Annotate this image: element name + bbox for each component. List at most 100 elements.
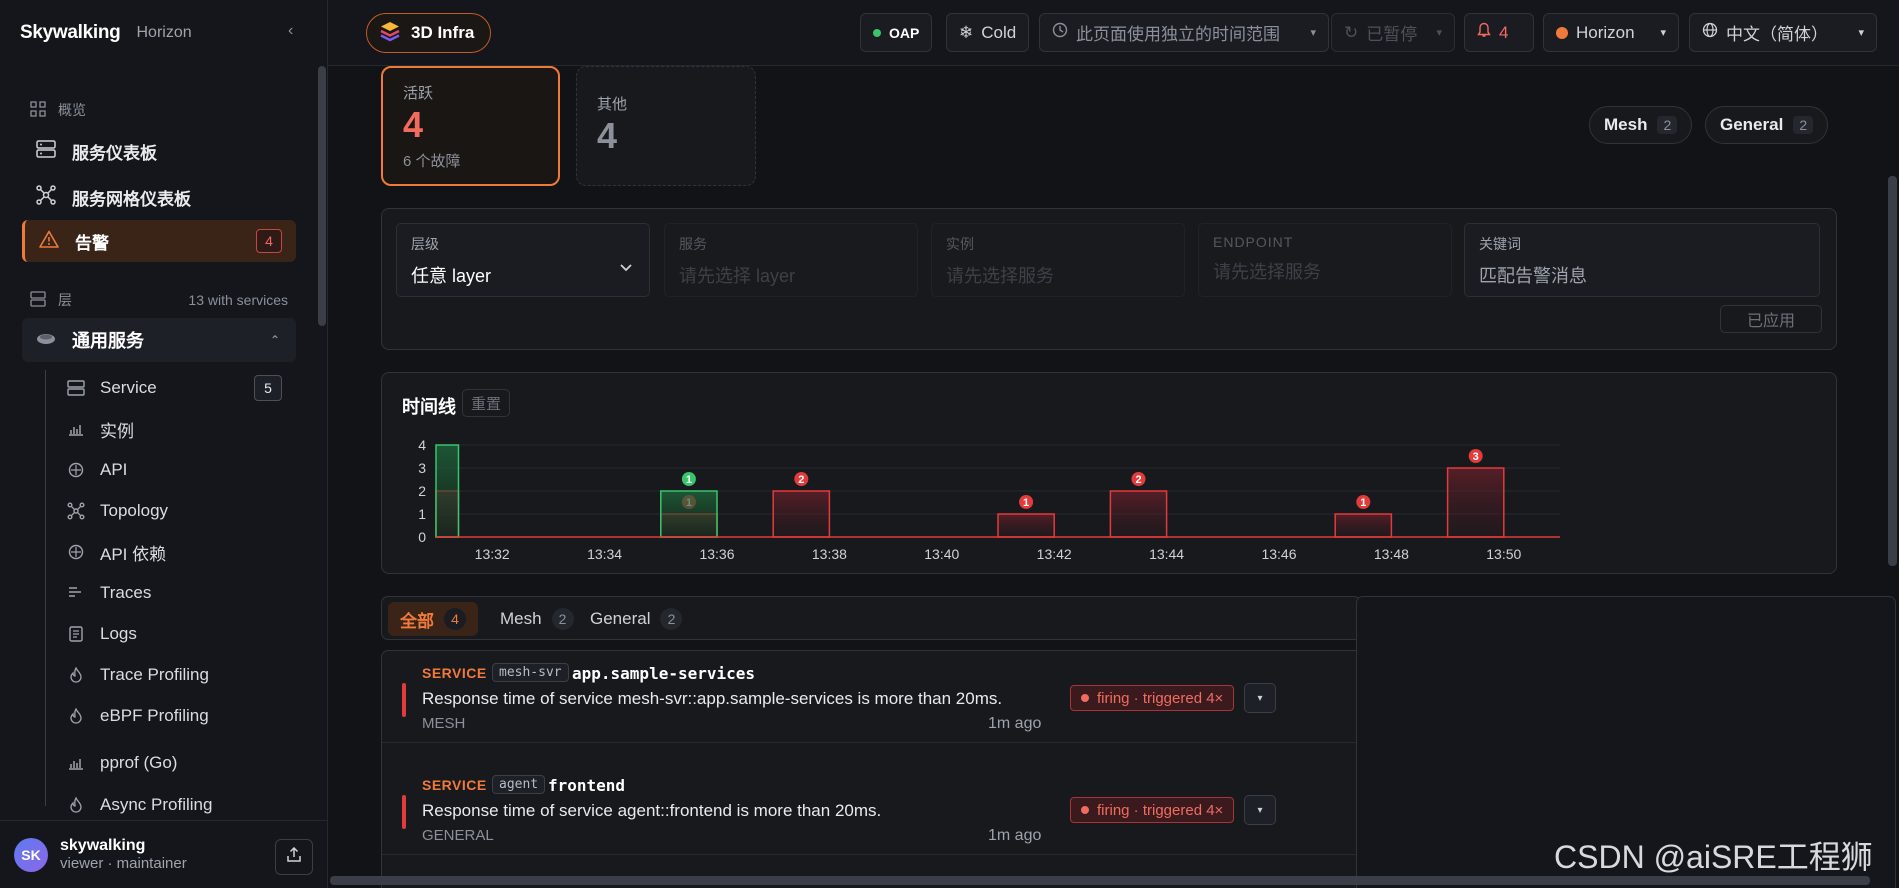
alarm-time: 1m ago <box>988 715 1042 732</box>
stat-value: 4 <box>597 115 618 156</box>
user-role: viewer · maintainer <box>60 855 187 872</box>
sidebar-sub-item-service[interactable]: Service 5 <box>58 371 292 405</box>
endpoint-select[interactable]: ENDPOINT 请先选择服务 <box>1198 223 1452 297</box>
sidebar-item-mesh-dashboard[interactable]: 服务网格仪表板 <box>22 176 296 218</box>
theme-selector[interactable]: Horizon ▾ <box>1543 13 1679 52</box>
snowflake-icon: ❄ <box>959 22 974 42</box>
overview-section-label: 概览 <box>30 100 86 120</box>
applied-button[interactable]: 已应用 <box>1720 305 1822 333</box>
service-select[interactable]: 服务 请先选择 layer <box>664 223 918 297</box>
main-scrollbar[interactable] <box>1888 176 1897 566</box>
auto-refresh-button[interactable]: ↻ 已暂停 ▾ <box>1331 13 1455 52</box>
bell-icon <box>1477 22 1491 43</box>
alarm-row[interactable]: SERVICE agent frontend Response time of … <box>382 763 1360 855</box>
sidebar-sub-item-ebpf-profiling[interactable]: eBPF Profiling <box>58 699 292 733</box>
stack-icon <box>379 20 401 47</box>
brand-subtitle: Horizon <box>136 24 192 41</box>
grid-icon <box>30 100 46 120</box>
stat-sub: 6 个故障 <box>403 153 461 170</box>
export-button[interactable] <box>275 839 313 875</box>
collapse-sidebar-button[interactable]: ‹ <box>288 22 293 40</box>
chevron-down-icon <box>619 260 633 278</box>
status-dot-icon <box>1081 694 1089 702</box>
sidebar-sub-item-instance[interactable]: 实例 <box>58 412 292 446</box>
instance-select[interactable]: 实例 请先选择服务 <box>931 223 1185 297</box>
alarm-layer: GENERAL <box>422 827 494 844</box>
firing-bar <box>997 513 1055 538</box>
alarm-tag: mesh-svr <box>492 663 569 682</box>
expand-button[interactable]: ▾ <box>1244 795 1276 825</box>
stat-label: 活跃 <box>403 85 434 102</box>
x-tick-label: 13:42 <box>1037 546 1072 562</box>
keyword-input[interactable]: 关键词 匹配告警消息 <box>1464 223 1820 297</box>
sidebar-sub-item-topology[interactable]: Topology <box>58 494 292 528</box>
alarm-time: 1m ago <box>988 827 1042 844</box>
sidebar-sub-item-logs[interactable]: Logs <box>58 617 292 651</box>
chip-mesh[interactable]: Mesh 2 <box>1589 106 1693 144</box>
layer-group-label: 通用服务 <box>72 331 144 351</box>
y-tick-label: 4 <box>418 437 426 453</box>
stat-card-other[interactable]: 其他 4 <box>576 66 756 186</box>
chip-general[interactable]: General 2 <box>1705 106 1829 144</box>
brand[interactable]: Skywalking Horizon <box>20 18 192 48</box>
y-tick-label: 2 <box>418 483 426 499</box>
x-tick-label: 13:44 <box>1149 546 1184 562</box>
alarm-count-badge: 4 <box>256 229 282 253</box>
expand-button[interactable]: ▾ <box>1244 683 1276 713</box>
sidebar-sub-item-api-dependency[interactable]: API 依赖 <box>58 535 292 569</box>
cold-toggle-button[interactable]: ❄ Cold <box>946 13 1030 52</box>
tab-general[interactable]: General 2 <box>578 602 694 636</box>
alarm-tag: agent <box>492 775 546 794</box>
chevron-down-icon: ▾ <box>1660 27 1666 39</box>
time-range-selector[interactable]: 此页面使用独立的时间范围 ▾ <box>1039 13 1329 52</box>
sidebar-item-service-dashboard[interactable]: 服务仪表板 <box>22 130 296 172</box>
tab-mesh[interactable]: Mesh 2 <box>488 602 586 636</box>
tab-all[interactable]: 全部 4 <box>388 602 478 636</box>
skywalking-logo: Skywalking <box>20 22 121 43</box>
sidebar-item-alarms[interactable]: 告警 4 <box>22 220 296 262</box>
chevron-up-icon[interactable]: ⌃ <box>270 333 280 347</box>
bar-chart-icon <box>66 422 86 436</box>
traces-icon <box>66 586 86 600</box>
filter-panel: 层级 任意 layer 服务 请先选择 layer 实例 请先选择服务 ENDP… <box>381 208 1837 350</box>
alarm-notification-button[interactable]: 4 <box>1464 13 1534 52</box>
sidebar-sub-item-trace-profiling[interactable]: Trace Profiling <box>58 658 292 692</box>
3d-infra-button[interactable]: 3D Infra <box>366 13 492 53</box>
avatar: SK <box>14 837 48 872</box>
sidebar-sub-item-api[interactable]: API <box>58 453 292 487</box>
share-icon <box>286 846 302 868</box>
sidebar-scrollbar[interactable] <box>318 66 326 326</box>
timeline-chart[interactable]: 0 1 2 3 4 13:32 13:34 13:36 13:38 13:40 13:42 13:44… <box>382 373 1838 575</box>
x-tick-label: 13:38 <box>812 546 847 562</box>
alert-triangle-icon <box>39 230 59 253</box>
status-badge: firing · triggered 4× <box>1070 685 1235 711</box>
alarm-list: SERVICE mesh-svr app.sample-services Res… <box>381 650 1361 888</box>
status-dot-icon <box>873 28 881 37</box>
alarm-service: app.sample-services <box>572 664 756 683</box>
chevron-down-icon: ▾ <box>1858 27 1864 39</box>
y-tick-label: 0 <box>418 529 426 545</box>
firing-bar <box>1334 513 1393 538</box>
marker-label: 2 <box>798 474 804 486</box>
topbar: 3D Infra OAP ❄ Cold 此页面使用独立的时间范围 ▾ ↻ 已暂停… <box>328 0 1899 66</box>
sidebar-sub-item-async-profiling[interactable]: Async Profiling <box>58 788 292 822</box>
chevron-down-icon: ▾ <box>1310 27 1316 39</box>
topology-icon <box>66 502 86 520</box>
sidebar-sub-item-pprof[interactable]: pprof (Go) <box>58 746 292 780</box>
layer-group-general[interactable]: 通用服务 ⌃ <box>22 318 296 362</box>
firing-bar <box>1109 490 1168 538</box>
alarm-row[interactable]: SERVICE mesh-svr app.sample-services Res… <box>382 651 1360 743</box>
stat-card-active[interactable]: 活跃 4 6 个故障 <box>381 66 560 186</box>
user-profile[interactable]: SK skywalking viewer · maintainer <box>0 820 327 888</box>
timeline-panel: 时间线 重置 0 1 2 3 4 13:32 13:34 13:36 13:38 13:40 13:… <box>381 372 1837 574</box>
firing-bar <box>772 490 831 538</box>
sidebar-item-label: 服务网格仪表板 <box>72 189 191 209</box>
user-name: skywalking <box>60 837 146 854</box>
sidebar-sub-item-traces[interactable]: Traces <box>58 576 292 610</box>
layer-select[interactable]: 层级 任意 layer <box>396 223 650 297</box>
language-selector[interactable]: 中文（简体） ▾ <box>1689 13 1877 52</box>
oap-status-button[interactable]: OAP <box>860 13 933 52</box>
theme-dot-icon <box>1556 26 1568 39</box>
flame-icon <box>66 708 86 724</box>
y-tick-label: 1 <box>418 506 426 522</box>
